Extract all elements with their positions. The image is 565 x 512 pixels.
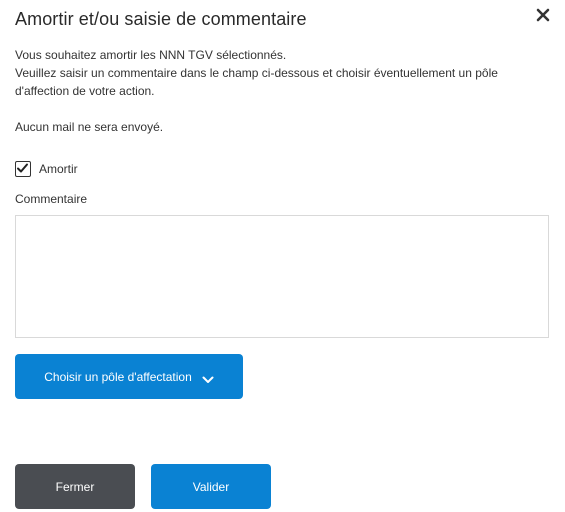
comment-label: Commentaire: [15, 192, 88, 206]
close-icon[interactable]: [534, 6, 552, 24]
amortir-dialog: Amortir et/ou saisie de commentaire Vous…: [0, 0, 565, 512]
checkmark-icon: [17, 163, 28, 173]
dialog-title: Amortir et/ou saisie de commentaire: [15, 9, 307, 29]
intro-line-3: d'affection de votre action.: [15, 84, 155, 98]
choose-pole-button[interactable]: Choisir un pôle d'affectation: [15, 354, 243, 399]
choose-pole-label: Choisir un pôle d'affectation: [44, 369, 192, 384]
comment-textarea[interactable]: [15, 215, 549, 338]
intro-line-1: Vous souhaitez amortir les NNN TGV sélec…: [15, 48, 287, 62]
amortir-checkbox-row[interactable]: Amortir: [15, 161, 78, 177]
close-button[interactable]: Fermer: [15, 464, 135, 509]
chevron-down-icon: [202, 373, 214, 383]
submit-button[interactable]: Valider: [151, 464, 271, 509]
mail-notice: Aucun mail ne sera envoyé.: [15, 120, 164, 134]
amortir-checkbox[interactable]: [15, 161, 31, 177]
amortir-checkbox-label: Amortir: [39, 162, 78, 176]
intro-line-2: Veuillez saisir un commentaire dans le c…: [15, 66, 498, 80]
